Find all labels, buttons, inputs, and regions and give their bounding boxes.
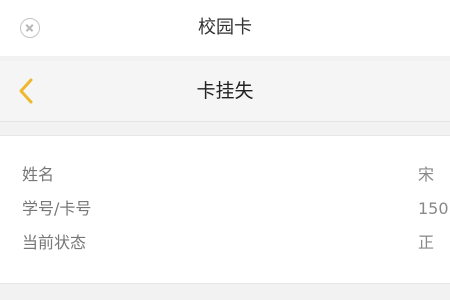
student-id-value: 150	[418, 199, 449, 218]
student-id-label: 学号/卡号	[22, 199, 92, 218]
info-row-status: 当前状态 正	[0, 226, 450, 260]
navigation-bar: 卡挂失	[0, 61, 450, 122]
page-title: 卡挂失	[196, 80, 254, 102]
window-title: 校园卡	[198, 17, 252, 38]
info-row-name: 姓名 宋	[0, 158, 450, 192]
status-value: 正	[418, 233, 435, 252]
name-value: 宋	[418, 165, 435, 184]
name-label: 姓名	[22, 165, 55, 184]
status-label: 当前状态	[22, 233, 87, 252]
window-title-bar: 校园卡	[0, 0, 450, 56]
card-info-panel: 姓名 宋 学号/卡号 150 当前状态 正	[0, 135, 450, 284]
info-row-student-id: 学号/卡号 150	[0, 192, 450, 226]
